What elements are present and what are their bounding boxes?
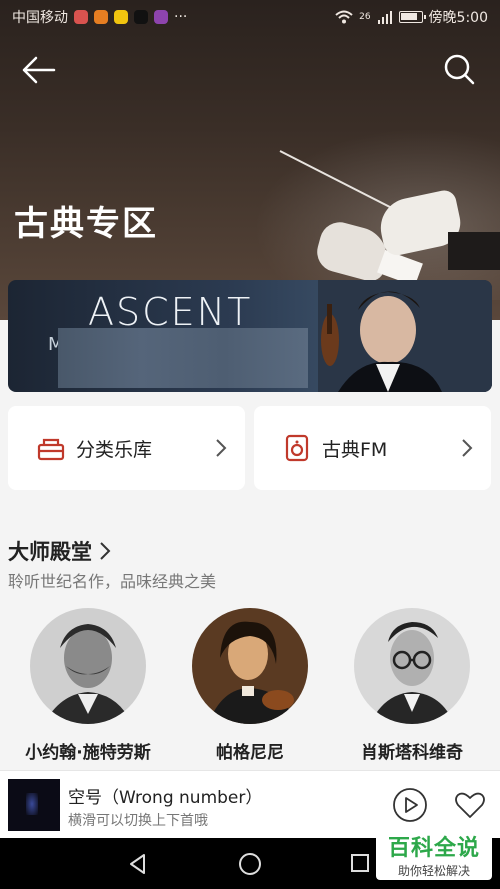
- watermark-main-text: 百科全说: [387, 836, 480, 861]
- conductor-sleeve-image: [448, 232, 500, 270]
- app-notification-icon: [154, 10, 168, 24]
- play-button[interactable]: [392, 787, 428, 823]
- clock: 傍晚5:00: [428, 10, 488, 26]
- back-button[interactable]: [20, 52, 60, 88]
- carrier-label: 中国移动: [12, 10, 68, 26]
- signal-icon: [377, 11, 392, 24]
- nav-home-icon[interactable]: [238, 852, 262, 876]
- avatar: [354, 608, 470, 724]
- swipe-hint: 横滑可以切换上下首哦: [68, 813, 208, 829]
- composer-portrait-image: [30, 608, 146, 724]
- banner-blurred-text: [58, 328, 308, 388]
- master-name: 帕格尼尼: [216, 743, 284, 763]
- app-notification-icon: [114, 10, 128, 24]
- category-library-label: 分类乐库: [76, 438, 153, 461]
- speaker-icon: [285, 434, 309, 462]
- battery-icon: [398, 11, 426, 23]
- nav-back-icon[interactable]: [126, 852, 150, 876]
- master-name: 肖斯塔科维奇: [361, 743, 463, 763]
- network-type-badge: 26: [359, 12, 371, 22]
- chevron-right-icon: [100, 542, 111, 560]
- avatar: [30, 608, 146, 724]
- featured-banner[interactable]: ASCENT M: [8, 280, 492, 392]
- masters-section-title[interactable]: 大师殿堂: [8, 536, 112, 566]
- back-arrow-icon: [22, 56, 56, 84]
- classical-fm-label: 古典FM: [322, 438, 388, 461]
- heart-icon: [455, 792, 485, 818]
- classical-zone-page: 中国移动 ··· 26 傍晚5:00 古典专区 ASCENT M 分类乐库 古典…: [0, 0, 500, 889]
- master-name: 小约翰·施特劳斯: [25, 743, 151, 763]
- wifi-icon: [335, 10, 353, 24]
- watermark-sub-text: 助你轻松解决: [397, 864, 470, 878]
- master-item[interactable]: 小约翰·施特劳斯: [13, 608, 163, 763]
- composer-portrait-image: [354, 608, 470, 724]
- library-icon: [37, 438, 65, 461]
- now-playing-title: 空号（Wrong number）: [68, 788, 263, 808]
- category-library-card[interactable]: 分类乐库: [8, 406, 245, 490]
- play-icon: [393, 788, 427, 822]
- tiktok-icon: [134, 10, 148, 24]
- masters-subtitle: 聆听世纪名作，品味经典之美: [8, 572, 217, 591]
- watermark-logo: 百科全说 助你轻松解决: [376, 828, 492, 880]
- album-art[interactable]: [8, 779, 60, 831]
- status-bar: 中国移动 ··· 26 傍晚5:00: [0, 0, 500, 34]
- app-notification-icon: [94, 10, 108, 24]
- masters-title-text: 大师殿堂: [8, 540, 92, 564]
- nav-recent-apps-icon[interactable]: [350, 853, 370, 873]
- search-button[interactable]: [442, 52, 478, 88]
- more-notifications-indicator: ···: [174, 9, 188, 25]
- classical-fm-card[interactable]: 古典FM: [254, 406, 491, 490]
- top-bar: [0, 48, 500, 92]
- chevron-right-icon: [216, 439, 227, 457]
- chevron-right-icon: [462, 439, 473, 457]
- search-icon: [444, 54, 475, 85]
- app-notification-icon: [74, 10, 88, 24]
- master-item[interactable]: 肖斯塔科维奇: [337, 608, 487, 763]
- master-item[interactable]: 帕格尼尼: [175, 608, 325, 763]
- violinist-portrait-image: [318, 280, 492, 392]
- like-button[interactable]: [454, 791, 486, 819]
- composer-portrait-image: [192, 608, 308, 724]
- page-title: 古典专区: [14, 204, 158, 244]
- avatar: [192, 608, 308, 724]
